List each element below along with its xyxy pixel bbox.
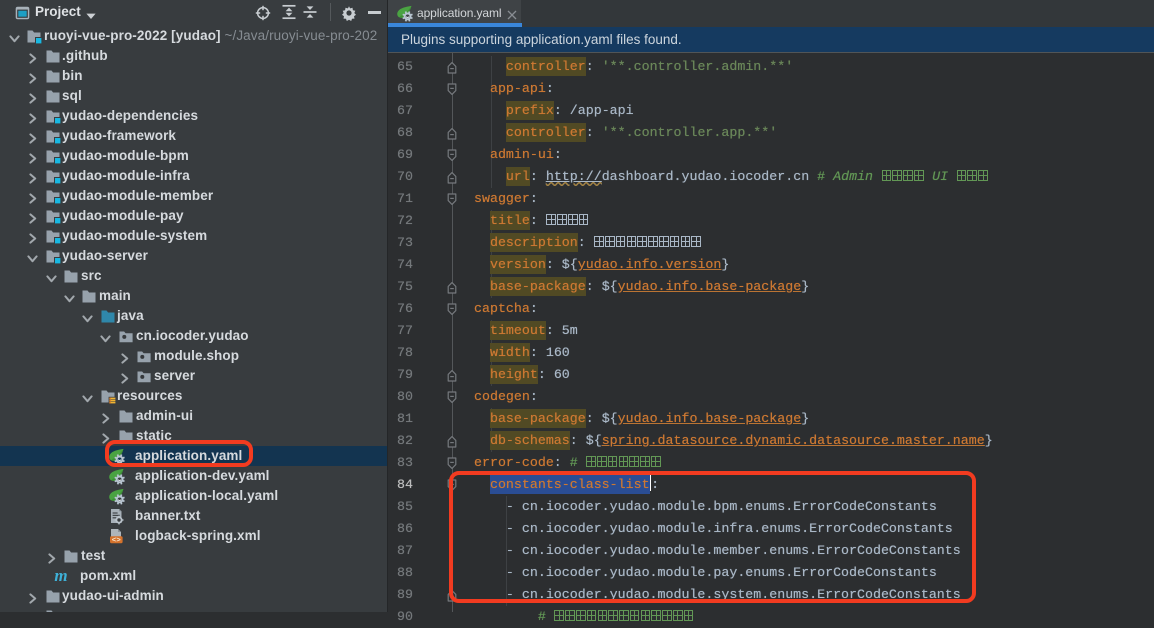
svg-text:<>: <> bbox=[112, 537, 122, 544]
svg-text:m: m bbox=[54, 568, 67, 584]
